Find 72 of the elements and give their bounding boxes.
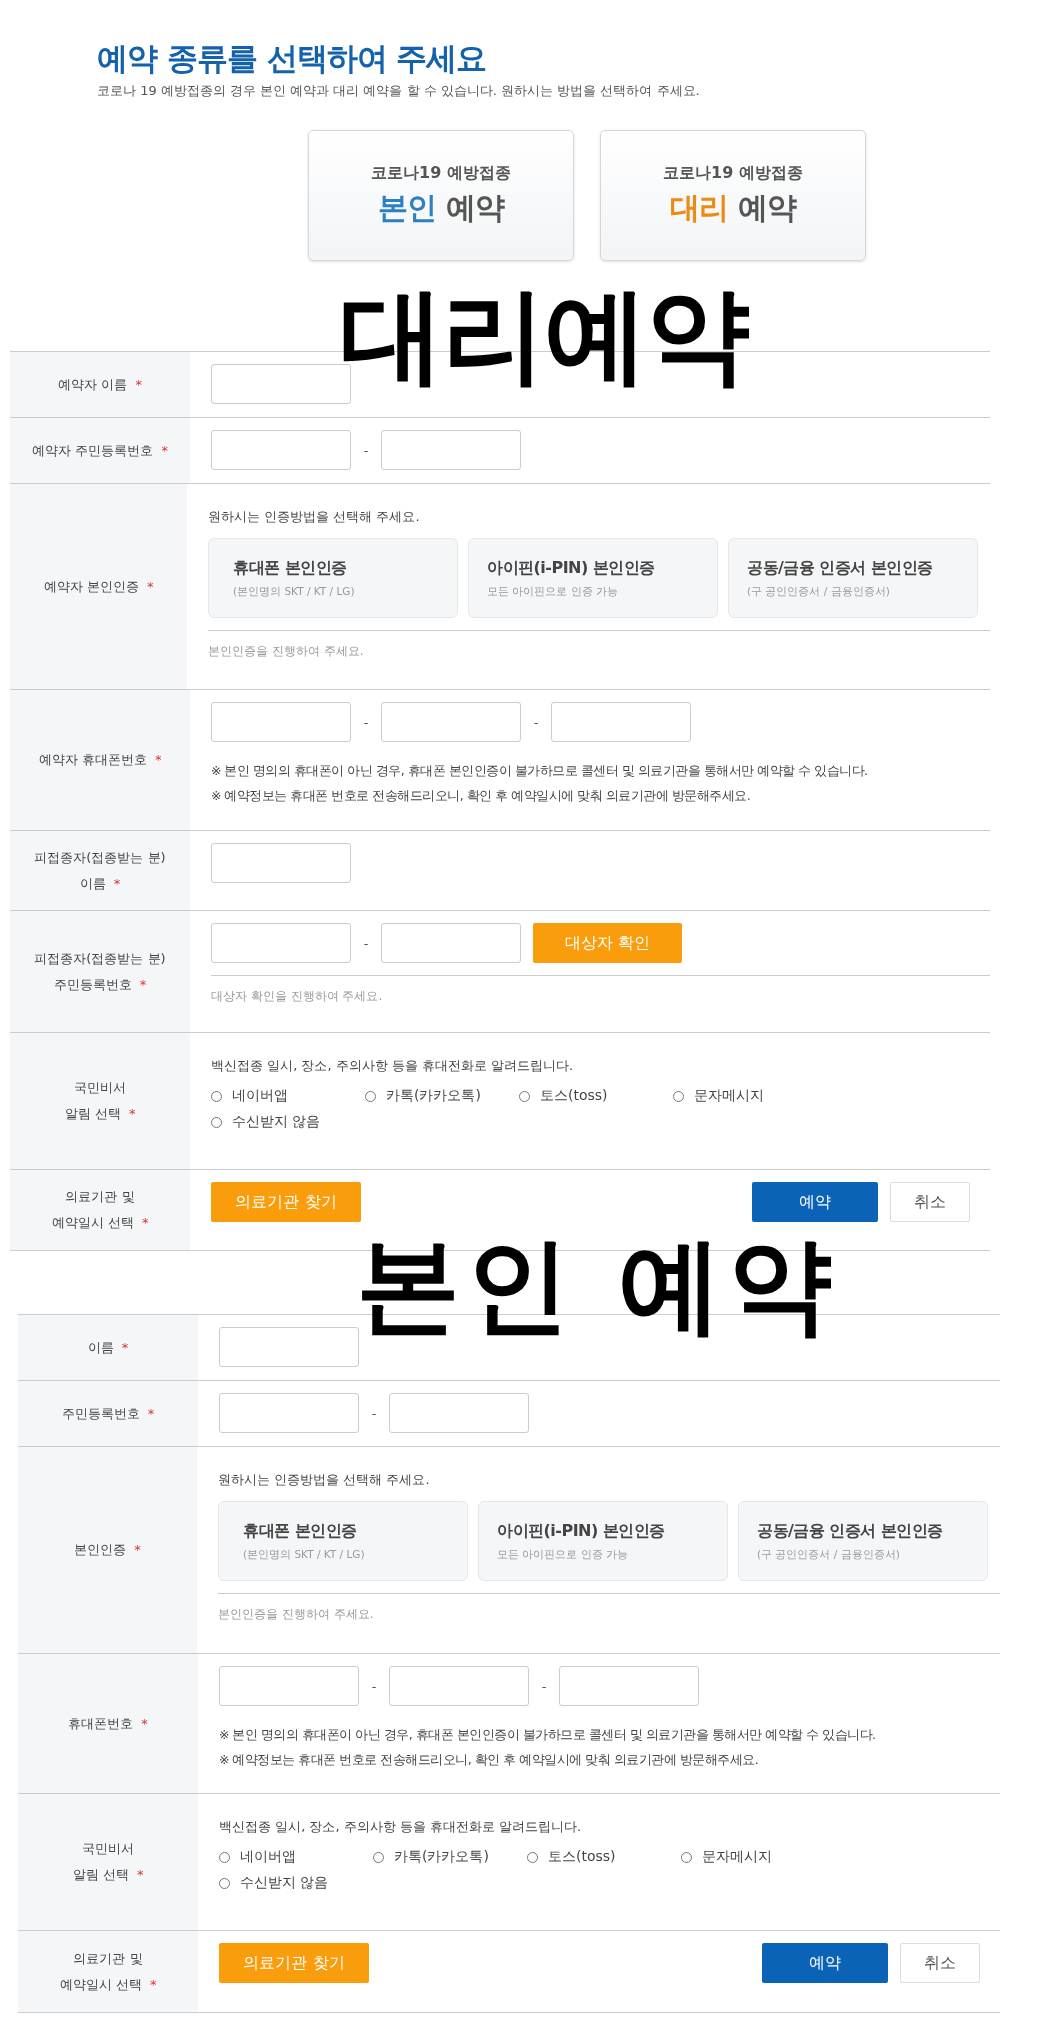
- separator-dash: -: [540, 1678, 548, 1694]
- input-field[interactable]: [381, 430, 521, 470]
- separator-dash: -: [362, 442, 370, 458]
- form-label: 피접종자(접종받는 분) 이름 *: [10, 831, 190, 910]
- form-label: 본인인증 *: [18, 1447, 197, 1653]
- prompt-text: 원하시는 인증방법을 선택해 주세요.: [208, 508, 421, 526]
- input-field[interactable]: [389, 1666, 529, 1706]
- separator-dash: -: [370, 1405, 378, 1421]
- form-label: 예약자 본인인증 *: [10, 484, 187, 689]
- input-field[interactable]: [211, 430, 351, 470]
- auth-option-card[interactable]: 공동/금융 인증서 본인인증 (구 공인인증서 / 금융인증서): [728, 538, 978, 618]
- form-label: 주민등록번호 *: [18, 1381, 198, 1446]
- form-label: 이름 *: [18, 1315, 198, 1380]
- form-label: 국민비서 알림 선택 *: [10, 1033, 190, 1169]
- radio-option[interactable]: 네이버앱: [219, 1848, 373, 1866]
- input-field[interactable]: [219, 1327, 359, 1367]
- radio-option[interactable]: 수신받지 않음: [211, 1113, 365, 1131]
- input-field[interactable]: [381, 923, 521, 963]
- notice-text: ※ 예약정보는 휴대폰 번호로 전송해드리오니, 확인 후 예약일시에 맞춰 의료기관에 방문해주세요.: [211, 787, 752, 805]
- radio-option[interactable]: 네이버앱: [211, 1087, 365, 1105]
- form-label: 의료기관 및 예약일시 선택 *: [18, 1931, 198, 2012]
- radio-option[interactable]: 카톡(카카오톡): [373, 1848, 527, 1866]
- reservation-type-card[interactable]: 코로나19 예방접종 본인 예약: [308, 130, 574, 261]
- separator-dash: -: [532, 714, 540, 730]
- cancel-button[interactable]: 취소: [900, 1943, 980, 1983]
- separator-dash: -: [370, 1678, 378, 1694]
- radio-option[interactable]: 카톡(카카오톡): [365, 1087, 519, 1105]
- prompt-text: 원하시는 인증방법을 선택해 주세요.: [218, 1471, 431, 1489]
- input-field[interactable]: [381, 702, 521, 742]
- auth-option-card[interactable]: 아이핀(i-PIN) 본인인증 모든 아이핀으로 인증 가능: [468, 538, 718, 618]
- input-field[interactable]: [219, 1393, 359, 1433]
- input-field[interactable]: [211, 923, 351, 963]
- hint-text: 본인인증을 진행하여 주세요.: [208, 630, 990, 660]
- input-field[interactable]: [389, 1393, 529, 1433]
- cancel-button[interactable]: 취소: [890, 1182, 970, 1222]
- input-field[interactable]: [219, 1666, 359, 1706]
- overlay-caption: 본인 예약: [356, 1230, 839, 1340]
- reservation-type-card[interactable]: 코로나19 예방접종 대리 예약: [600, 130, 866, 261]
- separator-dash: -: [362, 935, 370, 951]
- radio-option[interactable]: 수신받지 않음: [219, 1874, 373, 1892]
- form-label: 의료기관 및 예약일시 선택 *: [10, 1170, 190, 1250]
- radio-option[interactable]: 문자메시지: [681, 1848, 835, 1866]
- form-label: 국민비서 알림 선택 *: [18, 1794, 198, 1930]
- auth-option-card[interactable]: 아이핀(i-PIN) 본인인증 모든 아이핀으로 인증 가능: [478, 1501, 728, 1581]
- input-field[interactable]: [551, 702, 691, 742]
- form-label: 예약자 주민등록번호 *: [10, 418, 190, 483]
- form-label: 휴대폰번호 *: [18, 1654, 198, 1793]
- reserve-button[interactable]: 예약: [762, 1943, 888, 1983]
- input-field[interactable]: [211, 702, 351, 742]
- radio-option[interactable]: 토스(toss): [527, 1848, 681, 1866]
- page-title: 예약 종류를 선택하여 주세요: [97, 39, 488, 78]
- overlay-caption: 대리예약: [340, 280, 748, 390]
- input-field[interactable]: [211, 843, 351, 883]
- prompt-text: 백신접종 일시, 장소, 주의사항 등을 휴대전화로 알려드립니다.: [219, 1818, 583, 1836]
- form-label: 피접종자(접종받는 분) 주민등록번호 *: [10, 911, 190, 1032]
- form-label: 예약자 휴대폰번호 *: [10, 690, 190, 830]
- page-subtitle: 코로나 19 예방접종의 경우 본인 예약과 대리 예약을 할 수 있습니다. 원하시는 방법을 선택하여 주세요.: [97, 82, 701, 100]
- radio-option[interactable]: 토스(toss): [519, 1087, 673, 1105]
- notice-text: ※ 본인 명의의 휴대폰이 아닌 경우, 휴대폰 본인인증이 불가하므로 콜센터 및 의료기관을 통해서만 예약할 수 있습니다.: [219, 1726, 877, 1744]
- reserve-button[interactable]: 예약: [752, 1182, 878, 1222]
- input-field[interactable]: [559, 1666, 699, 1706]
- auth-option-card[interactable]: 휴대폰 본인인증 (본인명의 SKT / KT / LG): [208, 538, 458, 618]
- auth-option-card[interactable]: 휴대폰 본인인증 (본인명의 SKT / KT / LG): [218, 1501, 468, 1581]
- notice-text: ※ 본인 명의의 휴대폰이 아닌 경우, 휴대폰 본인인증이 불가하므로 콜센터 및 의료기관을 통해서만 예약할 수 있습니다.: [211, 762, 869, 780]
- hint-text: 대상자 확인을 진행하여 주세요.: [211, 975, 990, 1005]
- form-label: 예약자 이름 *: [10, 352, 190, 417]
- radio-option[interactable]: 문자메시지: [673, 1087, 827, 1105]
- auth-option-card[interactable]: 공동/금융 인증서 본인인증 (구 공인인증서 / 금융인증서): [738, 1501, 988, 1581]
- separator-dash: -: [362, 714, 370, 730]
- notice-text: ※ 예약정보는 휴대폰 번호로 전송해드리오니, 확인 후 예약일시에 맞춰 의료기관에 방문해주세요.: [219, 1751, 760, 1769]
- hint-text: 본인인증을 진행하여 주세요.: [218, 1593, 1000, 1623]
- prompt-text: 백신접종 일시, 장소, 주의사항 등을 휴대전화로 알려드립니다.: [211, 1057, 575, 1075]
